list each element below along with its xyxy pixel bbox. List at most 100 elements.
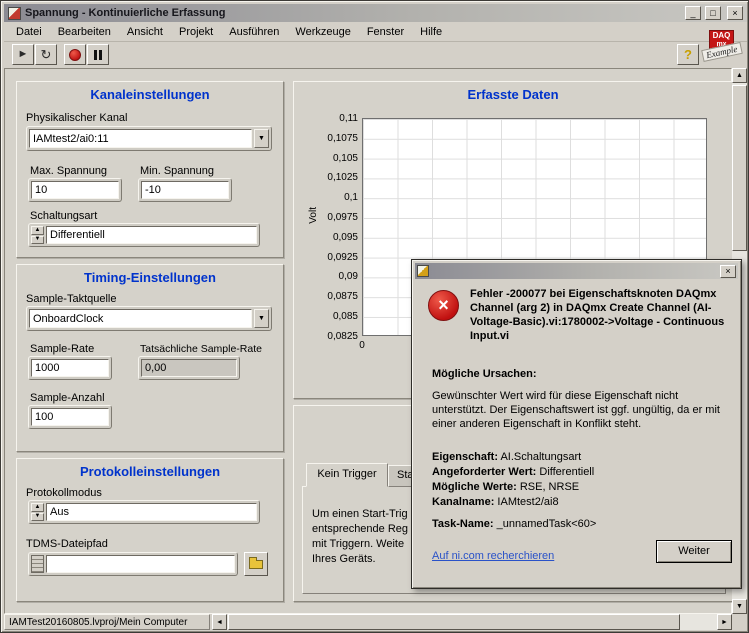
min-voltage-input[interactable]: -10	[138, 178, 232, 202]
scroll-down-button[interactable]: ▼	[732, 599, 747, 614]
run-button[interactable]: ►	[12, 44, 34, 65]
physical-channel-combo[interactable]: IAMtest2/ai0:11 ▼	[26, 126, 272, 151]
abort-button[interactable]	[64, 44, 86, 65]
maximize-button[interactable]: □	[705, 6, 721, 20]
property-label: Eigenschaft:	[432, 451, 499, 463]
log-mode-value[interactable]: Aus	[46, 503, 257, 521]
menu-fenster[interactable]: Fenster	[359, 24, 412, 40]
task-name-line: Task-Name: _unnamedTask<60>	[432, 518, 596, 530]
scroll-down-icon: ▼	[736, 603, 743, 610]
max-voltage-label: Max. Spannung	[30, 165, 108, 177]
sample-rate-label: Sample-Rate	[30, 343, 95, 355]
menu-ausfuehren[interactable]: Ausführen	[221, 24, 287, 40]
menu-werkzeuge[interactable]: Werkzeuge	[287, 24, 358, 40]
scroll-right-button[interactable]: ►	[717, 614, 732, 630]
chevron-down-icon: ▼	[258, 315, 265, 322]
dialog-title-bar[interactable]: ×	[415, 263, 738, 279]
y-axis-tick: 0,0975	[327, 212, 358, 223]
vertical-scroll-thumb[interactable]	[732, 85, 747, 251]
clock-source-dropdown-button[interactable]: ▼	[254, 309, 269, 328]
sample-count-value[interactable]: 100	[31, 408, 109, 426]
scroll-left-button[interactable]: ◄	[212, 614, 227, 630]
clock-source-label: Sample-Taktquelle	[26, 293, 117, 305]
physical-channel-dropdown-button[interactable]: ▼	[254, 129, 269, 148]
scroll-up-button[interactable]: ▲	[732, 68, 747, 83]
logo-example-text: Example	[701, 42, 743, 62]
help-button[interactable]: ?	[677, 44, 699, 65]
max-voltage-input[interactable]: 10	[28, 178, 122, 202]
requested-value: Differentiell	[539, 466, 595, 478]
possible-value: RSE, NRSE	[519, 481, 580, 493]
continuous-run-button[interactable]: ↻	[35, 44, 57, 65]
browse-button[interactable]	[244, 552, 268, 576]
title-bar[interactable]: Spannung - Kontinuierliche Erfassung _ □…	[4, 4, 747, 22]
graph-title: Erfasste Daten	[467, 87, 559, 102]
sample-rate-input[interactable]: 1000	[28, 356, 112, 380]
task-label: Task-Name:	[432, 518, 494, 530]
folder-icon	[249, 556, 263, 569]
horizontal-scrollbar[interactable]: ◄ ►	[212, 614, 732, 630]
x-axis-tick: 0	[359, 340, 365, 351]
terminal-config-enum[interactable]: ▲ ▼ Differentiell	[28, 223, 260, 247]
logging-settings-title: Protokolleinstellungen	[79, 464, 221, 479]
channel-settings-title: Kanaleinstellungen	[90, 87, 210, 102]
status-bar-project-tab[interactable]: IAMTest20160805.lvproj/Mein Computer	[4, 614, 210, 630]
y-axis-tick: 0,1075	[327, 133, 358, 144]
menu-ansicht[interactable]: Ansicht	[119, 24, 171, 40]
ni-com-link[interactable]: Auf ni.com recherchieren	[432, 550, 554, 562]
menu-bearbeiten[interactable]: Bearbeiten	[50, 24, 119, 40]
dialog-app-icon	[417, 265, 429, 277]
close-button[interactable]: ×	[727, 6, 743, 20]
labview-window: Spannung - Kontinuierliche Erfassung _ □…	[0, 0, 749, 633]
clock-source-value[interactable]: OnboardClock	[29, 309, 252, 328]
daqmx-example-logo: DAQ mx Example	[701, 30, 748, 65]
actual-rate-value: 0,00	[141, 359, 237, 377]
timing-settings-group: Timing-Einstellungen Sample-Taktquelle O…	[16, 264, 284, 452]
log-mode-label: Protokollmodus	[26, 487, 102, 499]
weiter-button[interactable]: Weiter	[656, 540, 732, 563]
toolbar: ► ↻ ?	[4, 42, 747, 68]
actual-rate-label: Tatsächliche Sample-Rate	[140, 343, 262, 355]
trigger-help-text-line: Ihres Geräts.	[312, 553, 376, 565]
pause-button[interactable]	[87, 44, 109, 65]
y-axis-tick: 0,105	[332, 153, 358, 164]
tdms-path-value[interactable]	[46, 555, 235, 573]
terminal-config-value[interactable]: Differentiell	[46, 226, 257, 244]
sample-count-input[interactable]: 100	[28, 405, 112, 429]
menu-projekt[interactable]: Projekt	[171, 24, 221, 40]
terminal-config-spinner[interactable]: ▲ ▼	[31, 226, 44, 244]
error-dialog[interactable]: × × Fehler -200077 bei Eigenschaftsknote…	[411, 259, 742, 589]
terminal-config-label: Schaltungsart	[30, 210, 98, 222]
min-voltage-value[interactable]: -10	[141, 181, 229, 199]
physical-channel-label: Physikalischer Kanal	[26, 112, 128, 124]
sample-rate-value[interactable]: 1000	[31, 359, 109, 377]
minimize-button[interactable]: _	[685, 6, 701, 20]
possible-causes-heading: Mögliche Ursachen:	[432, 368, 537, 380]
menu-bar: Datei Bearbeiten Ansicht Projekt Ausführ…	[4, 22, 747, 42]
max-voltage-value[interactable]: 10	[31, 181, 119, 199]
continuous-run-icon: ↻	[40, 47, 52, 62]
clock-source-combo[interactable]: OnboardClock ▼	[26, 306, 272, 331]
spin-down-icon[interactable]: ▼	[31, 512, 44, 521]
physical-channel-value[interactable]: IAMtest2/ai0:11	[29, 129, 252, 148]
spin-down-icon[interactable]: ▼	[31, 235, 44, 244]
error-message: Fehler -200077 bei Eigenschaftsknoten DA…	[470, 288, 725, 342]
requested-label: Angeforderter Wert:	[432, 466, 537, 478]
y-axis-tick: 0,1025	[327, 172, 358, 183]
spin-up-icon[interactable]: ▲	[31, 503, 44, 512]
spin-up-icon[interactable]: ▲	[31, 226, 44, 235]
window-title: Spannung - Kontinuierliche Erfassung	[25, 7, 226, 19]
menu-hilfe[interactable]: Hilfe	[412, 24, 450, 40]
dialog-close-button[interactable]: ×	[720, 264, 736, 278]
tdms-path-input[interactable]	[28, 552, 238, 576]
horizontal-scroll-thumb[interactable]	[228, 614, 680, 630]
menu-datei[interactable]: Datei	[8, 24, 50, 40]
log-mode-spinner[interactable]: ▲ ▼	[31, 503, 44, 521]
tdms-path-label: TDMS-Dateipfad	[26, 538, 108, 550]
y-axis-tick: 0,085	[332, 311, 358, 322]
log-mode-enum[interactable]: ▲ ▼ Aus	[28, 500, 260, 524]
tab-kein-trigger[interactable]: Kein Trigger	[306, 463, 388, 487]
trigger-help-text-line: entsprechende Reg	[312, 523, 409, 535]
possible-label: Mögliche Werte:	[432, 481, 517, 493]
run-icon: ►	[17, 48, 29, 60]
